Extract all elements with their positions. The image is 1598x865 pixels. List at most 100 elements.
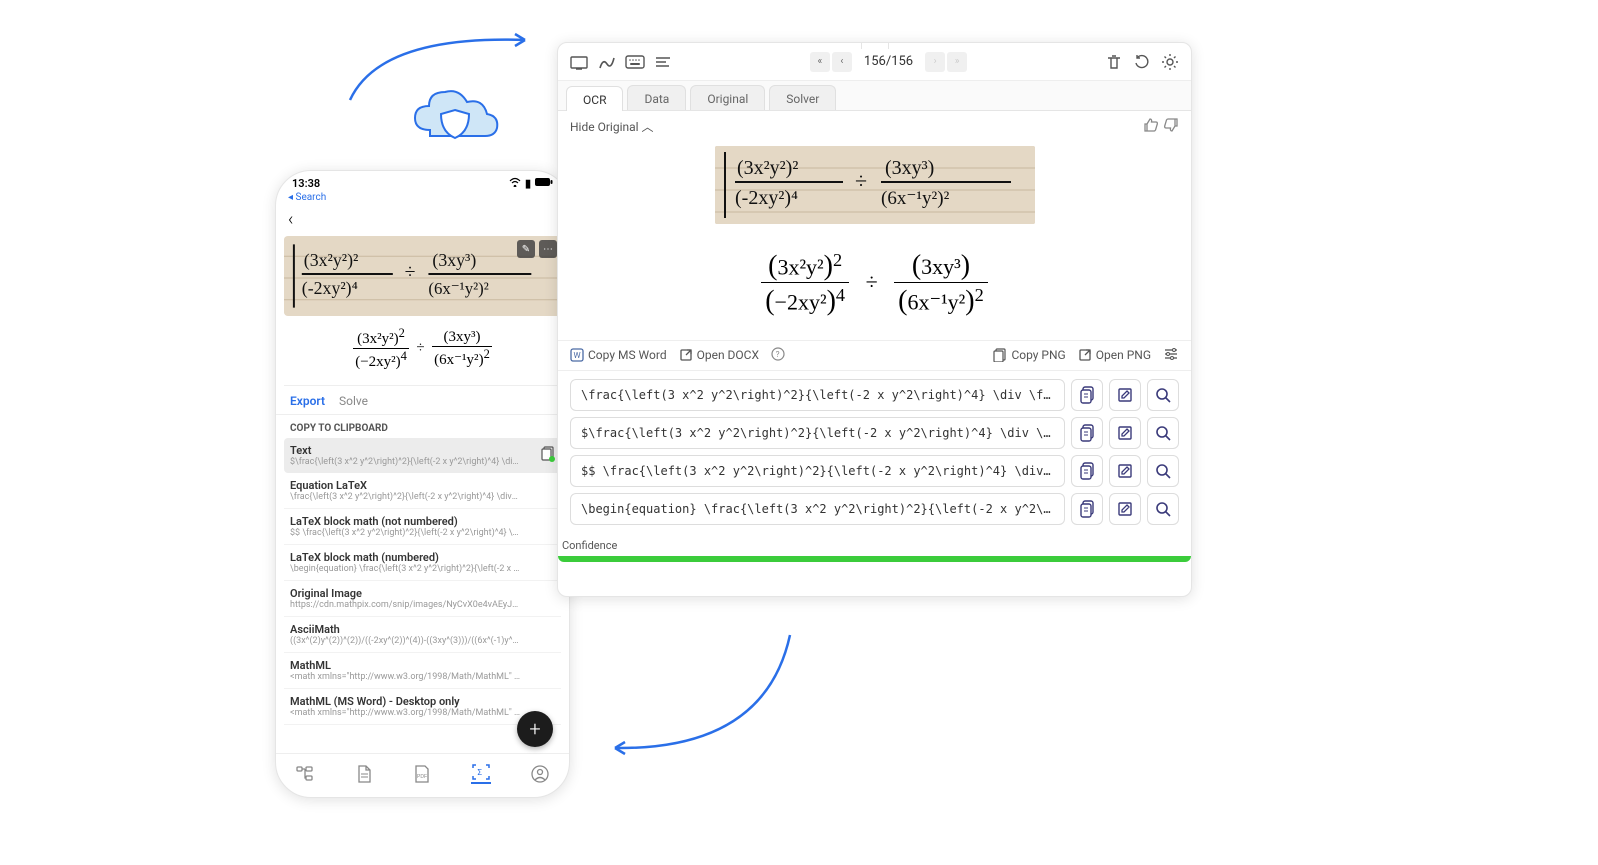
search-icon[interactable] <box>1147 455 1179 487</box>
edit-crop-icon[interactable]: ✎ <box>517 240 535 258</box>
pager-first[interactable]: « <box>810 52 830 72</box>
nav-pdf-icon[interactable]: PDF <box>412 764 432 784</box>
tab-export[interactable]: Export <box>290 394 325 408</box>
gear-icon[interactable] <box>1159 51 1181 73</box>
search-icon[interactable] <box>1147 493 1179 525</box>
svg-text:(3x²y²)²: (3x²y²)² <box>304 250 359 271</box>
copy-ms-word-button[interactable]: W Copy MS Word <box>570 348 667 362</box>
confidence-row: Confidence <box>558 533 1191 570</box>
open-png-button[interactable]: Open PNG <box>1078 348 1151 362</box>
clipboard-format-list: Text$\frac{\left(3 x^2 y^2\right)^2}{\le… <box>276 438 569 753</box>
clipboard-item[interactable]: Text$\frac{\left(3 x^2 y^2\right)^2}{\le… <box>284 438 561 473</box>
svg-text:÷: ÷ <box>855 168 867 193</box>
thumbs-down-icon[interactable] <box>1163 117 1179 136</box>
help-icon[interactable]: ? <box>771 347 785 364</box>
clipboard-item[interactable]: LaTeX block math (numbered)\begin{equati… <box>284 545 561 581</box>
edit-icon[interactable] <box>1109 379 1141 411</box>
svg-text:(6x⁻¹y²)²: (6x⁻¹y²)² <box>881 188 950 209</box>
more-icon[interactable]: ⋯ <box>539 240 557 258</box>
svg-text:(3xy³): (3xy³) <box>885 157 934 179</box>
svg-text:(3xy³): (3xy³) <box>432 250 476 271</box>
captured-image-thumbnail[interactable]: (3x²y²)² (-2xy²)⁴ ÷ (3xy³) (6x⁻¹y²)² ✎ ⋯ <box>284 236 561 316</box>
hide-original-toggle[interactable]: Hide Original ︿ <box>570 118 654 135</box>
edit-icon[interactable] <box>1109 455 1141 487</box>
pager-prev[interactable]: ‹ <box>832 52 852 72</box>
copy-png-button[interactable]: Copy PNG <box>993 348 1065 362</box>
desktop-snip-panel: « ‹ 156/156 › » OCR Data Original Solver… <box>557 42 1192 597</box>
add-fab-button[interactable]: + <box>517 711 553 747</box>
copy-icon[interactable] <box>1071 379 1103 411</box>
flow-arrow-down <box>600 630 800 760</box>
svg-text:(-2xy²)⁴: (-2xy²)⁴ <box>735 187 798 209</box>
copy-icon[interactable] <box>1071 455 1103 487</box>
clipboard-item[interactable]: MathML<math xmlns="http://www.w3.org/199… <box>284 653 561 689</box>
tab-data[interactable]: Data <box>627 85 686 110</box>
latex-output-text[interactable]: \begin{equation} \frac{\left(3 x^2 y^2\r… <box>570 493 1065 525</box>
cloud-shield-icon <box>405 80 505 160</box>
pager-count: 156/156 <box>854 54 923 69</box>
export-action-row: W Copy MS Word Open DOCX ? Copy PNG Open… <box>558 340 1191 371</box>
tab-solve[interactable]: Solve <box>339 394 368 408</box>
phone-status-bar: 13:38 ▮ <box>276 171 569 192</box>
tab-original[interactable]: Original <box>690 85 765 110</box>
clipboard-item[interactable]: Original Imagehttps://cdn.mathpix.com/sn… <box>284 581 561 617</box>
refresh-icon[interactable] <box>1131 51 1153 73</box>
panel-tabs: OCR Data Original Solver <box>558 81 1191 111</box>
copy-to-clipboard-header: COPY TO CLIPBOARD <box>276 415 569 438</box>
pager-last[interactable]: » <box>947 52 967 72</box>
search-icon[interactable] <box>1147 417 1179 449</box>
clipboard-item-title: LaTeX block math (numbered) <box>290 551 555 564</box>
clipboard-item-title: LaTeX block math (not numbered) <box>290 515 555 528</box>
clipboard-item-title: Equation LaTeX <box>290 479 555 492</box>
battery-icon <box>535 177 553 190</box>
copy-icon[interactable] <box>1071 493 1103 525</box>
thumbs-up-icon[interactable] <box>1143 117 1159 136</box>
signal-icon: ▮ <box>525 177 531 190</box>
clipboard-item[interactable]: LaTeX block math (not numbered)$$ \frac{… <box>284 509 561 545</box>
settings-sliders-icon[interactable] <box>1163 347 1179 364</box>
text-lines-icon[interactable] <box>652 51 674 73</box>
tab-ocr[interactable]: OCR <box>566 86 623 111</box>
clipboard-item[interactable]: AsciiMath((3x^(2)y^(2))^(2))/((-2xy^(2))… <box>284 617 561 653</box>
nav-scan-icon[interactable]: Σ <box>471 764 491 784</box>
clipboard-item-preview: <math xmlns="http://www.w3.org/1998/Math… <box>290 672 520 682</box>
nav-document-icon[interactable] <box>354 764 374 784</box>
trash-icon[interactable] <box>1103 51 1125 73</box>
draw-icon[interactable] <box>596 51 618 73</box>
latex-output-text[interactable]: $\frac{\left(3 x^2 y^2\right)^2}{\left(-… <box>570 417 1065 449</box>
latex-output-list: \frac{\left(3 x^2 y^2\right)^2}{\left(-2… <box>558 371 1191 533</box>
clipboard-item-preview: \frac{\left(3 x^2 y^2\right)^2}{\left(-2… <box>290 492 520 502</box>
svg-text:W: W <box>574 351 581 360</box>
back-button[interactable]: ‹ <box>276 207 569 236</box>
rendered-formula-desktop: (3x²y²)2 (−2xy²)4 ÷ (3xy³) (6x⁻¹y²)2 <box>558 232 1191 340</box>
tab-solver[interactable]: Solver <box>769 85 836 110</box>
clipboard-item-preview: ((3x^(2)y^(2))^(2))/((-2xy^(2))^(4))-((3… <box>290 636 520 646</box>
edit-icon[interactable] <box>1109 417 1141 449</box>
latex-output-text[interactable]: \frac{\left(3 x^2 y^2\right)^2}{\left(-2… <box>570 379 1065 411</box>
clipboard-item-title: Text <box>290 444 555 457</box>
clipboard-item-title: MathML <box>290 659 555 672</box>
clipboard-item[interactable]: Equation LaTeX\frac{\left(3 x^2 y^2\righ… <box>284 473 561 509</box>
nav-profile-icon[interactable] <box>530 764 550 784</box>
pager-next[interactable]: › <box>925 52 945 72</box>
ios-back-to-search[interactable]: ◂ Search <box>276 192 569 207</box>
clipboard-item-title: MathML (MS Word) - Desktop only <box>290 695 555 708</box>
chevron-up-icon: ︿ <box>642 120 654 134</box>
clipboard-item-title: AsciiMath <box>290 623 555 636</box>
open-docx-button[interactable]: Open DOCX <box>679 348 759 362</box>
svg-text:(3x²y²)²: (3x²y²)² <box>737 157 798 179</box>
nav-tree-icon[interactable] <box>295 764 315 784</box>
svg-text:Σ: Σ <box>478 768 483 777</box>
clipboard-item-preview: \begin{equation} \frac{\left(3 x^2 y^2\r… <box>290 564 520 574</box>
keyboard-icon[interactable] <box>624 51 646 73</box>
search-icon[interactable] <box>1147 379 1179 411</box>
rendered-formula-mobile: (3x²y²)2 (−2xy²)4 ÷ (3xy³) (6x⁻¹y²)2 <box>284 316 561 386</box>
edit-icon[interactable] <box>1109 493 1141 525</box>
confidence-bar <box>558 556 1191 562</box>
copy-icon[interactable] <box>541 446 555 462</box>
copy-icon[interactable] <box>1071 417 1103 449</box>
screenshot-icon[interactable] <box>568 51 590 73</box>
mobile-app-frame: 13:38 ▮ ◂ Search ‹ (3x²y²)² (-2xy²)⁴ <box>275 170 570 798</box>
latex-output-text[interactable]: $$ \frac{\left(3 x^2 y^2\right)^2}{\left… <box>570 455 1065 487</box>
clipboard-item-title: Original Image <box>290 587 555 600</box>
